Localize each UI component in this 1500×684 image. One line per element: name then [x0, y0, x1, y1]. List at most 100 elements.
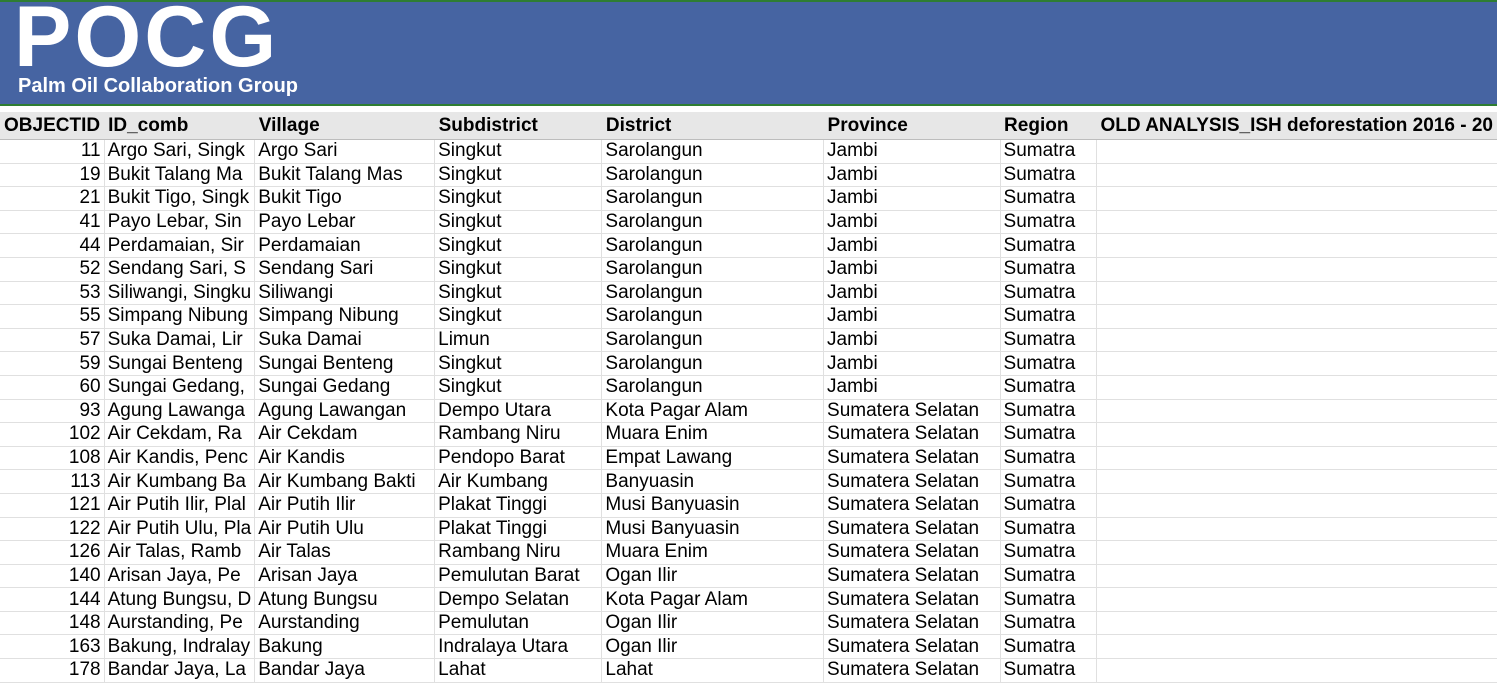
table-cell[interactable] — [1096, 564, 1497, 589]
table-cell[interactable]: Muara Enim — [601, 422, 825, 447]
table-cell[interactable]: 108 — [0, 446, 105, 471]
table-cell[interactable]: Pemulutan Barat — [434, 564, 603, 589]
table-cell[interactable]: Kota Pagar Alam — [601, 399, 825, 424]
table-cell[interactable] — [1096, 422, 1497, 447]
table-cell[interactable]: Sarolangun — [601, 186, 825, 211]
table-cell[interactable]: Sumatra — [1000, 375, 1098, 400]
table-cell[interactable]: 144 — [0, 587, 105, 612]
table-cell[interactable]: Sarolangun — [601, 257, 825, 282]
table-cell[interactable]: Air Putih Ilir, Plal — [104, 493, 256, 518]
table-cell[interactable]: Perdamaian — [254, 233, 436, 258]
table-cell[interactable]: Siliwangi — [254, 281, 436, 306]
table-cell[interactable]: Bandar Jaya — [254, 658, 436, 683]
table-cell[interactable]: Indralaya Utara — [434, 634, 603, 660]
table-cell[interactable]: Sarolangun — [601, 210, 825, 235]
table-cell[interactable]: Rambang Niru — [434, 422, 603, 447]
table-cell[interactable]: Lahat — [434, 658, 603, 683]
table-cell[interactable]: Bukit Talang Ma — [104, 163, 256, 188]
table-cell[interactable] — [1096, 304, 1497, 329]
column-header-0[interactable]: OBJECTID — [0, 112, 105, 140]
table-cell[interactable]: 57 — [0, 328, 105, 353]
table-cell[interactable]: Lahat — [601, 658, 825, 683]
table-cell[interactable]: Sumatra — [1000, 351, 1098, 376]
table-cell[interactable]: 59 — [0, 351, 105, 376]
table-cell[interactable]: Air Putih Ilir — [254, 493, 436, 518]
table-cell[interactable]: Musi Banyuasin — [601, 517, 825, 542]
table-cell[interactable]: Air Talas, Ramb — [104, 540, 256, 565]
table-cell[interactable]: Bakung, Indralay — [104, 634, 256, 660]
table-cell[interactable]: Singkut — [434, 351, 603, 376]
table-cell[interactable]: Arisan Jaya — [254, 564, 436, 589]
table-cell[interactable]: Atung Bungsu — [254, 587, 436, 612]
table-cell[interactable]: Sarolangun — [601, 281, 825, 306]
table-cell[interactable]: Jambi — [823, 328, 1001, 353]
table-cell[interactable]: Sumatra — [1000, 257, 1098, 282]
column-header-3[interactable]: Subdistrict — [434, 112, 602, 140]
table-cell[interactable]: Sumatra — [1000, 304, 1098, 329]
table-cell[interactable]: Sumatra — [1000, 587, 1098, 612]
table-cell[interactable]: 126 — [0, 540, 105, 565]
table-cell[interactable]: Bukit Tigo — [254, 186, 436, 211]
table-cell[interactable]: Sumatra — [1000, 139, 1098, 164]
table-cell[interactable]: Air Kandis — [254, 446, 436, 471]
table-cell[interactable]: 163 — [0, 634, 105, 660]
table-cell[interactable] — [1096, 658, 1497, 683]
table-cell[interactable]: Dempo Utara — [434, 399, 603, 424]
table-cell[interactable]: 55 — [0, 304, 105, 329]
table-cell[interactable]: Sungai Benteng — [104, 351, 256, 376]
table-cell[interactable]: Air Kumbang — [434, 469, 603, 494]
table-cell[interactable] — [1096, 540, 1497, 565]
table-cell[interactable]: Sarolangun — [601, 139, 825, 164]
table-cell[interactable]: Aurstanding — [254, 611, 436, 636]
table-cell[interactable]: Sumatra — [1000, 163, 1098, 188]
table-cell[interactable]: Air Cekdam, Ra — [104, 422, 256, 447]
table-cell[interactable]: Sarolangun — [601, 304, 825, 329]
table-cell[interactable] — [1096, 233, 1497, 258]
table-cell[interactable]: Ogan Ilir — [601, 564, 825, 589]
table-cell[interactable]: Singkut — [434, 257, 603, 282]
table-cell[interactable]: Air Putih Ulu, Pla — [104, 517, 256, 542]
table-cell[interactable] — [1096, 210, 1497, 235]
table-cell[interactable]: Jambi — [823, 351, 1001, 376]
table-cell[interactable]: Sumatra — [1000, 399, 1098, 424]
table-cell[interactable]: Sumatera Selatan — [823, 658, 1001, 683]
table-cell[interactable]: Plakat Tinggi — [434, 517, 603, 542]
table-cell[interactable]: 121 — [0, 493, 105, 518]
table-cell[interactable]: 60 — [0, 375, 105, 400]
table-cell[interactable]: Air Kumbang Bakti — [254, 469, 436, 494]
table-cell[interactable]: Jambi — [823, 257, 1001, 282]
table-cell[interactable]: Sumatra — [1000, 564, 1098, 589]
table-cell[interactable]: Air Kumbang Ba — [104, 469, 256, 494]
table-cell[interactable]: Sumatra — [1000, 422, 1098, 447]
table-cell[interactable]: Sumatra — [1000, 281, 1098, 306]
table-cell[interactable]: Bakung — [254, 634, 436, 660]
table-cell[interactable]: 178 — [0, 658, 105, 683]
column-header-1[interactable]: ID_comb — [104, 112, 255, 140]
table-cell[interactable]: Sumatera Selatan — [823, 517, 1001, 542]
table-cell[interactable] — [1096, 587, 1497, 612]
table-cell[interactable]: Singkut — [434, 163, 603, 188]
table-cell[interactable]: Limun — [434, 328, 603, 353]
table-cell[interactable]: Aurstanding, Pe — [104, 611, 256, 636]
table-cell[interactable]: Sumatra — [1000, 210, 1098, 235]
table-cell[interactable]: 53 — [0, 281, 105, 306]
table-cell[interactable]: Singkut — [434, 281, 603, 306]
table-cell[interactable]: Agung Lawangan — [254, 399, 436, 424]
table-cell[interactable]: 113 — [0, 469, 105, 494]
table-cell[interactable]: Sungai Gedang, — [104, 375, 256, 400]
table-cell[interactable]: Singkut — [434, 375, 603, 400]
table-cell[interactable]: Payo Lebar — [254, 210, 436, 235]
table-cell[interactable]: Jambi — [823, 186, 1001, 211]
table-cell[interactable]: Sumatera Selatan — [823, 399, 1001, 424]
table-cell[interactable]: 41 — [0, 210, 105, 235]
table-cell[interactable]: Sarolangun — [601, 163, 825, 188]
table-cell[interactable] — [1096, 186, 1497, 211]
table-cell[interactable] — [1096, 399, 1497, 424]
table-cell[interactable]: Jambi — [823, 304, 1001, 329]
table-cell[interactable]: Sumatera Selatan — [823, 422, 1001, 447]
table-cell[interactable] — [1096, 281, 1497, 306]
table-cell[interactable]: Payo Lebar, Sin — [104, 210, 256, 235]
table-cell[interactable]: Sungai Gedang — [254, 375, 436, 400]
table-cell[interactable] — [1096, 328, 1497, 353]
table-cell[interactable]: Perdamaian, Sir — [104, 233, 256, 258]
